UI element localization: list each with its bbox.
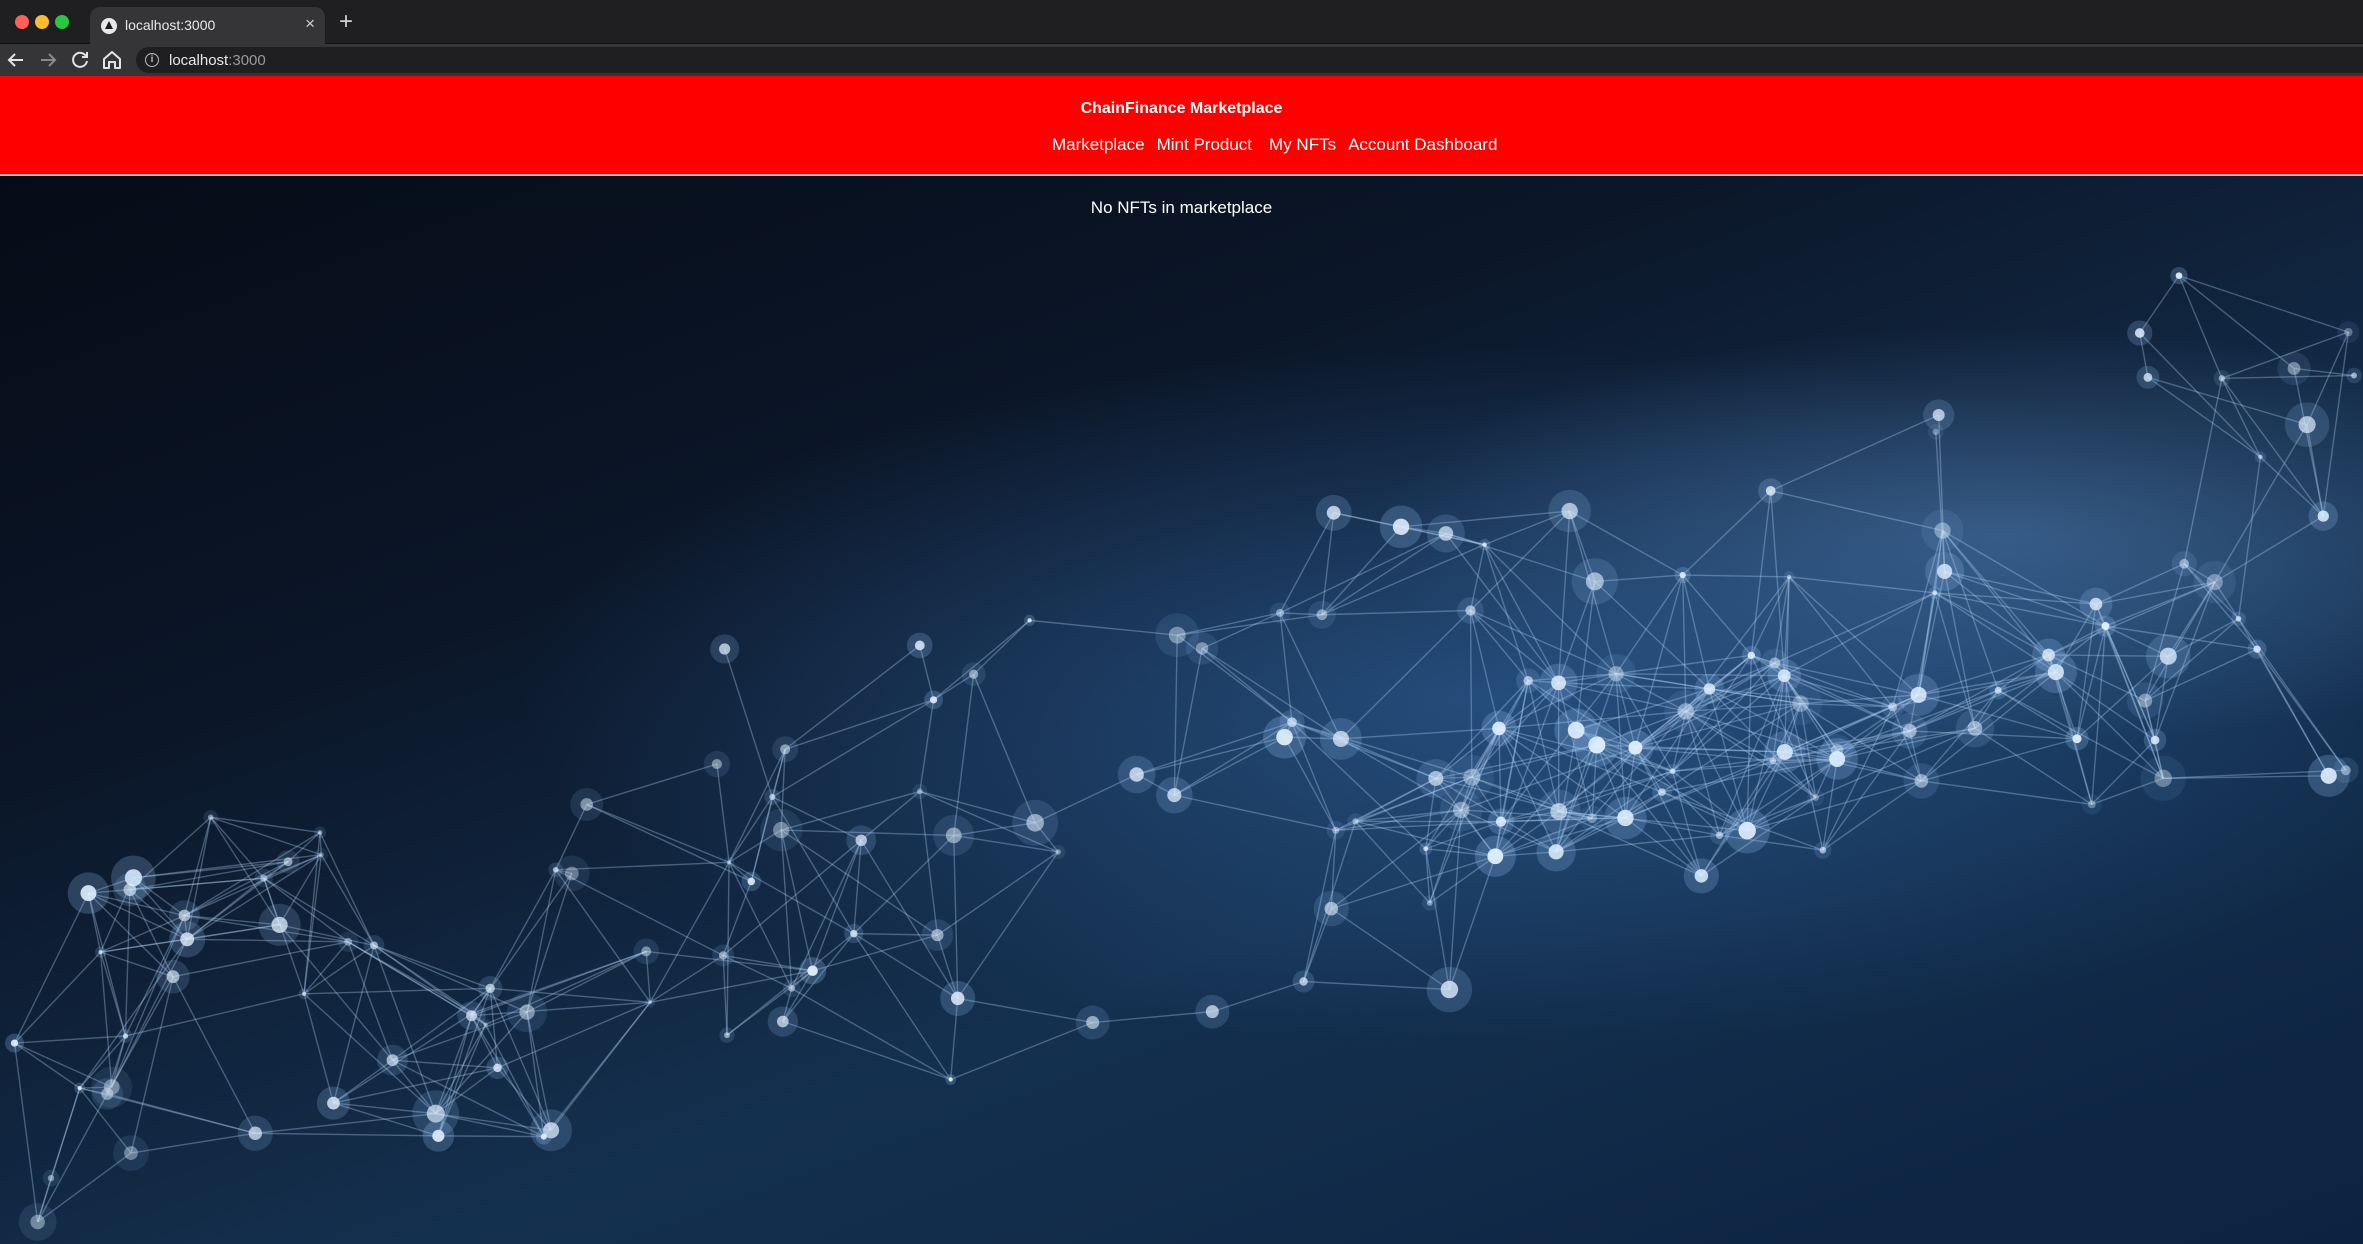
- brand-title: ChainFinance Marketplace: [1080, 100, 1283, 117]
- url-host: localhost: [169, 52, 229, 69]
- address-bar[interactable]: i localhost:3000: [136, 47, 2363, 73]
- favicon-icon: [101, 18, 117, 34]
- nav-link-account-dashboard[interactable]: Account Dashboard: [1348, 135, 1497, 157]
- page-viewport: ChainFinance Marketplace Marketplace Min…: [0, 76, 2363, 1244]
- back-icon[interactable]: [4, 48, 28, 72]
- maximize-window-button[interactable]: [55, 15, 69, 29]
- nav-link-marketplace[interactable]: Marketplace: [1052, 135, 1145, 157]
- site-header: ChainFinance Marketplace Marketplace Min…: [0, 76, 2363, 176]
- network-background-image: [5, 267, 2362, 1241]
- minimize-window-button[interactable]: [35, 15, 49, 29]
- new-tab-button[interactable]: +: [339, 9, 353, 35]
- main-nav: Marketplace Mint Product My NFTs Account…: [1052, 135, 1497, 157]
- tab-close-icon[interactable]: ×: [305, 14, 315, 34]
- forward-icon[interactable]: [36, 48, 60, 72]
- browser-toolbar: i localhost:3000: [0, 44, 2363, 76]
- tab-title: localhost:3000: [125, 17, 216, 33]
- reload-icon[interactable]: [68, 48, 92, 72]
- info-icon[interactable]: i: [145, 53, 159, 67]
- nav-link-my-nfts[interactable]: My NFTs: [1269, 135, 1336, 157]
- browser-tabbar: localhost:3000 × +: [0, 0, 2363, 44]
- url-port: :3000: [228, 52, 266, 69]
- browser-tab[interactable]: localhost:3000 ×: [90, 7, 325, 44]
- nav-link-mint-product[interactable]: Mint Product: [1157, 135, 1252, 157]
- url-text: localhost:3000: [169, 52, 266, 69]
- close-window-button[interactable]: [15, 15, 29, 29]
- home-icon[interactable]: [100, 48, 124, 72]
- empty-marketplace-message: No NFTs in marketplace: [1090, 198, 1273, 217]
